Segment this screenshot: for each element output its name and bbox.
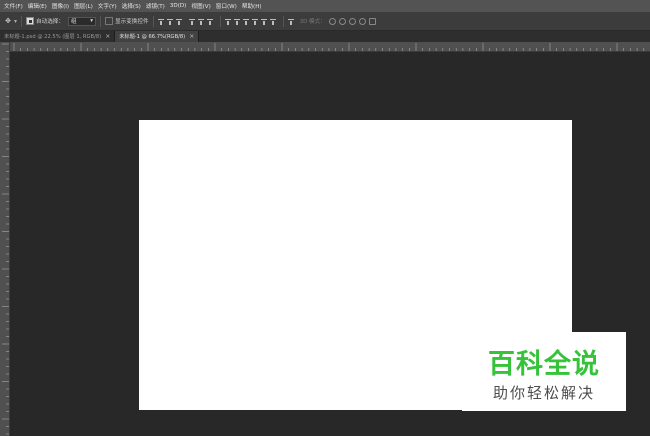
chevron-down-icon[interactable]: ▾	[14, 18, 17, 25]
3d-slide-icon[interactable]	[358, 17, 366, 25]
divider	[152, 15, 154, 27]
align-left-icon[interactable]	[188, 18, 195, 25]
menu-view[interactable]: 视图(V)	[191, 2, 210, 10]
show-transform-checkbox[interactable]	[105, 17, 113, 25]
align-buttons	[157, 18, 216, 25]
align-hcenter-icon[interactable]	[197, 18, 204, 25]
move-tool-icon[interactable]: ✥	[4, 17, 12, 25]
menu-image[interactable]: 图像(I)	[52, 2, 69, 10]
3d-roll-icon[interactable]	[338, 17, 346, 25]
menu-layer[interactable]: 图层(L)	[74, 2, 93, 10]
watermark-subtitle: 助你轻松解决	[492, 384, 595, 402]
tab-label: 未标题-1 @ 66.7%(RGB/8)	[119, 34, 186, 40]
auto-select-checkbox[interactable]	[26, 17, 35, 25]
auto-select-value: 组	[71, 19, 77, 25]
menu-help[interactable]: 帮助(H)	[242, 2, 262, 10]
vertical-ruler[interactable]	[0, 42, 10, 436]
3d-scale-icon[interactable]	[368, 17, 376, 25]
menu-3d[interactable]: 3D(D)	[170, 3, 187, 9]
divider	[100, 15, 101, 27]
align-vcenter-icon[interactable]	[166, 18, 173, 25]
divider	[219, 15, 221, 27]
menu-filter[interactable]: 滤镜(T)	[146, 2, 165, 10]
ruler-ticks	[2, 43, 9, 435]
horizontal-ruler[interactable]	[10, 42, 650, 52]
document-tabs: 未标题-1.psd @ 22.5% (图层 1, RGB/8) × 未标题-1 …	[0, 31, 650, 42]
divider	[282, 15, 284, 27]
close-icon[interactable]: ×	[189, 33, 194, 40]
tab-label: 未标题-1.psd @ 22.5% (图层 1, RGB/8)	[4, 34, 102, 40]
divider	[21, 15, 23, 27]
auto-align-icon[interactable]	[287, 18, 294, 25]
distribute-bottom-icon[interactable]	[242, 18, 249, 25]
align-bottom-icon[interactable]	[175, 18, 182, 25]
ruler-ticks	[13, 43, 645, 51]
menu-bar: 文件(F) 编辑(E) 图像(I) 图层(L) 文字(Y) 选择(S) 滤镜(T…	[0, 0, 650, 12]
menu-window[interactable]: 窗口(W)	[216, 2, 237, 10]
tab-document-2[interactable]: 未标题-1 @ 66.7%(RGB/8) ×	[115, 31, 200, 42]
show-transform-label: 显示变换控件	[115, 19, 149, 25]
distribute-right-icon[interactable]	[269, 18, 276, 25]
chevron-down-icon: ▾	[90, 18, 93, 24]
menu-edit[interactable]: 编辑(E)	[28, 2, 47, 10]
options-bar: ✥ ▾ 自动选择： 组 ▾ 显示变换控件 3D 模式：	[0, 12, 650, 31]
3d-pan-icon[interactable]	[348, 17, 356, 25]
align-top-icon[interactable]	[157, 18, 164, 25]
close-icon[interactable]: ×	[105, 33, 110, 40]
align-right-icon[interactable]	[206, 18, 213, 25]
tab-document-1[interactable]: 未标题-1.psd @ 22.5% (图层 1, RGB/8) ×	[0, 31, 116, 42]
watermark-title: 百科全说	[488, 349, 600, 380]
distribute-buttons	[224, 18, 279, 25]
distribute-hcenter-icon[interactable]	[260, 18, 267, 25]
3d-rotate-icon[interactable]	[328, 17, 336, 25]
distribute-top-icon[interactable]	[224, 18, 231, 25]
watermark-logo: 百科全说 助你轻松解决	[462, 332, 626, 411]
menu-select[interactable]: 选择(S)	[122, 2, 141, 10]
distribute-left-icon[interactable]	[251, 18, 258, 25]
auto-select-label: 自动选择：	[36, 19, 64, 25]
3d-mode-label: 3D 模式：	[299, 19, 326, 25]
menu-file[interactable]: 文件(F)	[4, 2, 23, 10]
menu-type[interactable]: 文字(Y)	[98, 2, 117, 10]
distribute-vcenter-icon[interactable]	[233, 18, 240, 25]
auto-select-dropdown[interactable]: 组 ▾	[68, 16, 96, 26]
